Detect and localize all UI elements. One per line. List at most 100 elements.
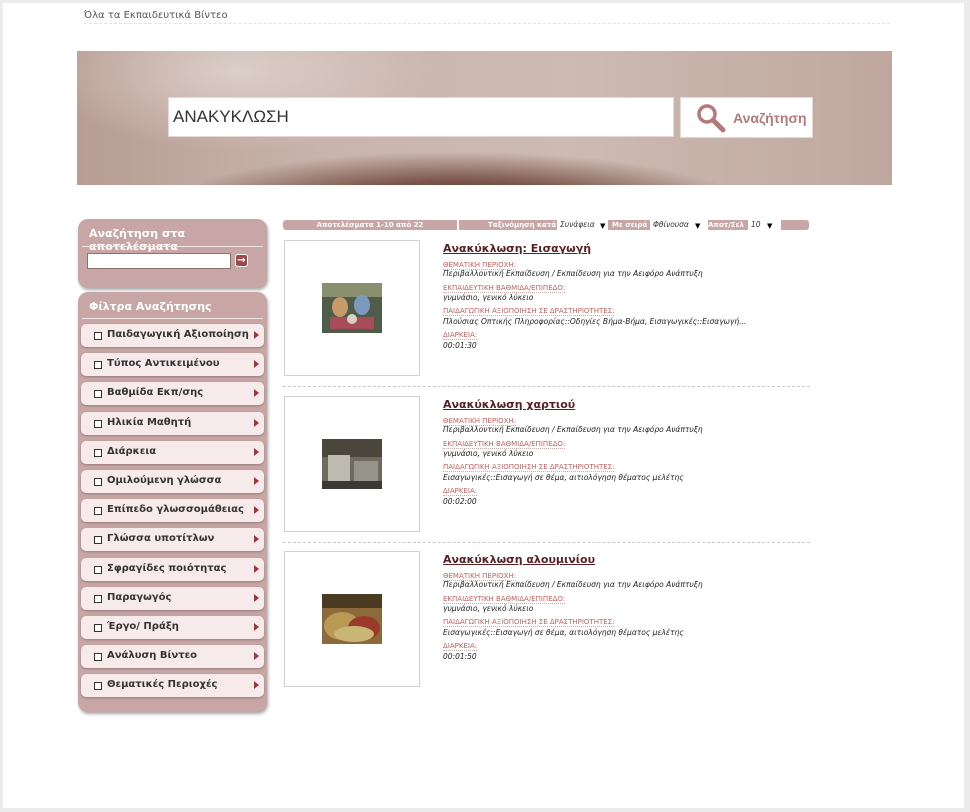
sort-label: Ταξινόμηση κατά (488, 221, 557, 229)
results-search-title: Αναζήτηση στα αποτελέσματα (89, 227, 186, 253)
filter-checkbox[interactable] (94, 332, 102, 340)
chevron-right-icon[interactable] (254, 564, 259, 573)
duration-label: ΔΙΑΡΚΕΙΑ: (443, 642, 478, 651)
result-item: Ανακύκλωση αλουμινίου ΘΕΜΑΤΙΚΗ ΠΕΡΙΟΧΗ: Πε… (283, 551, 810, 691)
filter-label: Επίπεδο γλωσσομάθειας (107, 504, 244, 516)
pedagogy-label: ΠΑΙΔΑΓΩΓΙΚΗ ΑΞΙΟΠΟΙΗΣΗ ΣΕ ΔΡΑΣΤΗΡΙΟΤΗΤΕΣ… (443, 462, 615, 472)
results-search-input[interactable] (87, 253, 231, 269)
duration-label: ΔΙΑΡΚΕΙΑ: (443, 331, 478, 340)
chevron-right-icon[interactable] (254, 623, 259, 631)
filter-checkbox[interactable] (94, 624, 102, 632)
filter-checkbox[interactable] (94, 536, 102, 545)
chevron-right-icon[interactable] (254, 681, 259, 690)
filter-label: Ομιλούμενη γλώσσα (107, 475, 222, 486)
filter-item[interactable]: Ομιλούμενη γλώσσα (81, 470, 264, 493)
chevron-right-icon[interactable] (254, 535, 259, 544)
filter-item[interactable]: Βαθμίδα Εκπ/σης (81, 382, 264, 406)
search-input[interactable] (168, 97, 674, 137)
filter-item[interactable]: Ηλικία Μαθητή (81, 411, 264, 435)
duration-value: 00:01:30 (443, 341, 477, 350)
result-title-link[interactable]: Ανακύκλωση: Εισαγωγή (443, 242, 591, 255)
level-label: ΕΚΠΑΙΔΕΥΤΙΚΗ ΒΑΘΜΙΔΑ/ΕΠΙΠΕΔΟ: (443, 284, 566, 293)
filter-checkbox[interactable] (94, 390, 102, 399)
filter-checkbox[interactable] (94, 565, 102, 574)
chevron-right-icon[interactable] (254, 593, 259, 602)
filter-checkbox[interactable] (94, 419, 102, 428)
video-thumbnail[interactable] (284, 551, 420, 687)
filter-item[interactable]: Θεματικές Περιοχές (81, 674, 264, 698)
sort-value: Συνάφεια (560, 220, 595, 229)
pedagogy-label: ΠΑΙΔΑΓΩΓΙΚΗ ΑΞΙΟΠΟΙΗΣΗ ΣΕ ΔΡΑΣΤΗΡΙΟΤΗΤΕΣ… (443, 618, 615, 627)
per-page-value: 10 (751, 220, 761, 229)
duration-label: ΔΙΑΡΚΕΙΑ: (443, 486, 478, 496)
filter-checkbox[interactable] (94, 653, 102, 662)
divider (82, 246, 263, 247)
result-title-link[interactable]: Ανακύκλωση χαρτιού (443, 398, 575, 411)
filter-checkbox[interactable] (94, 478, 102, 486)
chevron-right-icon[interactable] (254, 506, 259, 515)
duration-value: 00:01:50 (443, 652, 477, 661)
results-count: Αποτελέσματα 1-10 από 22 (283, 220, 457, 230)
search-button[interactable]: Αναζήτηση (680, 97, 813, 138)
result-divider (283, 541, 810, 543)
filter-label: Τύπος Αντικειμένου (107, 358, 220, 370)
filter-item[interactable]: Γλώσσα υποτίτλων (81, 528, 264, 552)
filter-checkbox[interactable] (94, 361, 102, 370)
filter-item[interactable]: Διάρκεια (81, 440, 264, 464)
filter-label: Γλώσσα υποτίτλων (107, 533, 215, 545)
subject-value: Περιβαλλοντική Εκπαίδευση / Εκπαίδευση γ… (443, 580, 703, 589)
results-search-go-button[interactable]: → (235, 254, 248, 267)
chevron-right-icon[interactable] (254, 652, 259, 661)
level-value: γυμνάσιο, γενικό λύκειο (443, 604, 534, 613)
chevron-right-icon[interactable] (254, 477, 259, 485)
filter-label: Θεματικές Περιοχές (107, 679, 218, 691)
filter-checkbox[interactable] (94, 448, 102, 457)
results-search-panel: Αναζήτηση στα αποτελέσματα → (78, 219, 267, 288)
filter-item[interactable]: Σφραγίδες ποιότητας (81, 557, 264, 581)
filter-checkbox[interactable] (94, 682, 102, 691)
breadcrumb-divider (84, 23, 890, 24)
filter-item[interactable]: Παιδαγωγική Αξιοποίηση (81, 324, 264, 347)
chevron-right-icon[interactable] (254, 331, 259, 339)
filters-title: Φίλτρα Αναζήτησης (89, 300, 212, 313)
video-thumbnail[interactable] (284, 240, 420, 376)
sort-dropdown-arrow-icon[interactable]: ▼ (600, 221, 605, 231)
result-item: Ανακύκλωση χαρτιού ΘΕΜΑΤΙΚΗ ΠΕΡΙΟΧΗ: Περιβ… (283, 395, 810, 536)
chevron-right-icon[interactable] (254, 447, 259, 456)
per-page-select[interactable]: 10 (748, 219, 781, 231)
pedagogy-label: ΠΑΙΔΑΓΩΓΙΚΗ ΑΞΙΟΠΟΙΗΣΗ ΣΕ ΔΡΑΣΤΗΡΙΟΤΗΤΕΣ… (443, 307, 615, 316)
filter-label: Παραγωγός (107, 591, 172, 603)
video-thumbnail-image (322, 594, 382, 644)
filter-label: Ηλικία Μαθητή (107, 416, 192, 428)
filter-checkbox[interactable] (94, 507, 102, 516)
chevron-right-icon[interactable] (254, 418, 259, 427)
filter-item[interactable]: Παραγωγός (81, 586, 264, 610)
filter-item[interactable]: Ανάλυση Βίντεο (81, 645, 264, 669)
pedagogy-value: Πλούσιας Οπτικής Πληροφορίας::Οδηγίες Βή… (443, 317, 747, 326)
filter-label: Βαθμίδα Εκπ/σης (107, 387, 204, 399)
chevron-right-icon[interactable] (254, 389, 259, 398)
order-value: Φθίνουσα (653, 220, 689, 229)
filter-item[interactable]: Τύπος Αντικειμένου (81, 353, 264, 377)
pedagogy-value: Εισαγωγικές::Εισαγωγή σε θέμα, αιτιολόγη… (443, 472, 684, 482)
video-thumbnail[interactable] (284, 395, 420, 532)
divider (82, 318, 263, 319)
result-item: Ανακύκλωση: Εισαγωγή ΘΕΜΑΤΙΚΗ ΠΕΡΙΟΧΗ: Περ… (283, 240, 810, 380)
subject-value: Περιβαλλοντική Εκπαίδευση / Εκπαίδευση γ… (443, 424, 703, 434)
filter-checkbox[interactable] (94, 594, 102, 603)
filter-label: Ανάλυση Βίντεο (107, 650, 198, 662)
per-page-dropdown-arrow-icon[interactable]: ▼ (767, 221, 772, 231)
video-thumbnail-image (322, 283, 382, 333)
level-value: γυμνάσιο, γενικό λύκειο (443, 293, 534, 302)
video-thumbnail-image (322, 438, 382, 489)
chevron-right-icon[interactable] (254, 360, 259, 369)
breadcrumb[interactable]: Όλα τα Εκπαιδευτικά Βίντεο (84, 10, 228, 21)
result-title-link[interactable]: Ανακύκλωση αλουμινίου (443, 553, 595, 566)
order-dropdown-arrow-icon[interactable]: ▼ (695, 221, 700, 231)
search-button-label: Αναζήτηση (733, 109, 807, 126)
filter-item[interactable]: Έργο/ Πράξη (81, 616, 264, 639)
level-label: ΕΚΠΑΙΔΕΥΤΙΚΗ ΒΑΘΜΙΔΑ/ΕΠΙΠΕΔΟ: (443, 595, 566, 604)
order-label: Με σειρά (612, 221, 648, 229)
pedagogy-value: Εισαγωγικές::Εισαγωγή σε θέμα, αιτιολόγη… (443, 628, 684, 637)
filter-item[interactable]: Επίπεδο γλωσσομάθειας (81, 499, 264, 523)
